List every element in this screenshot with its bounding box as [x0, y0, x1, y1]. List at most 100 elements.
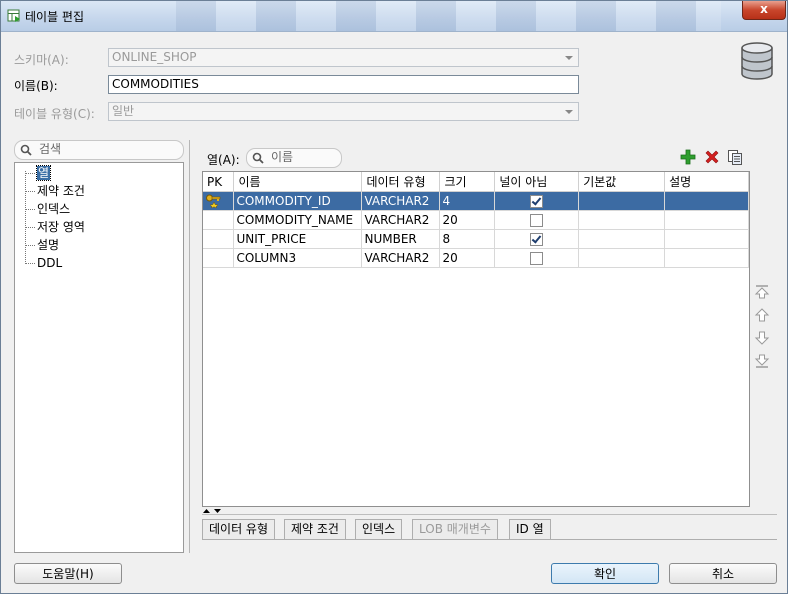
title-bar: 테이블 편집 x [1, 1, 787, 32]
chevron-down-icon[interactable] [565, 110, 573, 114]
delete-x-icon[interactable] [704, 149, 720, 165]
col-header-comment[interactable]: 설명 [664, 172, 749, 192]
table-type-value: 일반 [112, 104, 135, 118]
size-cell[interactable]: 4 [439, 191, 496, 211]
close-icon[interactable]: x [760, 2, 768, 16]
tree-item-columns[interactable]: 열 [25, 165, 52, 182]
default-cell[interactable] [578, 248, 666, 268]
plus-icon[interactable] [680, 149, 696, 165]
col-header-name[interactable]: 이름 [233, 172, 363, 192]
not-null-checkbox[interactable] [530, 252, 544, 265]
col-header-data-type[interactable]: 데이터 유형 [361, 172, 441, 192]
tab-indexes[interactable]: 인덱스 [355, 519, 403, 539]
size-cell[interactable]: 20 [439, 210, 496, 230]
not-null-cell[interactable] [494, 191, 580, 211]
type-cell[interactable]: VARCHAR2 [361, 191, 441, 211]
tree-item-indexes[interactable]: 인덱스 [25, 201, 70, 218]
move-up-icon[interactable] [754, 307, 770, 323]
database-icon [741, 42, 773, 80]
ok-button[interactable]: 확인 [551, 563, 659, 584]
column-search-placeholder: 이름 [271, 150, 294, 164]
not-null-cell[interactable] [494, 229, 580, 249]
pk-cell[interactable] [203, 248, 235, 268]
column-search-input[interactable]: 이름 [246, 148, 342, 168]
cancel-button[interactable]: 취소 [669, 563, 777, 584]
table-type-label: 테이블 유형(C): [14, 107, 95, 121]
window-title: 테이블 편집 [25, 10, 85, 24]
name-cell[interactable]: UNIT_PRICE [233, 229, 363, 249]
tree-item-constraints[interactable]: 제약 조건 [25, 183, 85, 200]
table-row[interactable]: COMMODITY_NAME VARCHAR2 20 [203, 210, 749, 230]
tab-data-type[interactable]: 데이터 유형 [202, 519, 276, 539]
table-type-select[interactable]: 일반 [108, 102, 579, 121]
columns-panel: 열(A): 이름 PK 이름 데이터 유형 크기 널이 아님 기본값 설명 CO… [201, 145, 778, 545]
move-down-icon[interactable] [754, 330, 770, 346]
not-null-checkbox[interactable] [530, 214, 544, 227]
close-button[interactable]: x [742, 1, 786, 20]
default-cell[interactable] [578, 191, 666, 211]
help-button[interactable]: 도움말(H) [14, 563, 122, 584]
primary-key-icon [206, 194, 221, 209]
table-row[interactable]: COMMODITY_ID VARCHAR2 4 [203, 191, 749, 211]
section-tree: 열 제약 조건 인덱스 저장 영역 설명 DDL [14, 162, 184, 553]
table-row[interactable]: COLUMN3 VARCHAR2 20 [203, 248, 749, 268]
pk-cell[interactable] [203, 210, 235, 230]
name-label: 이름(B): [14, 79, 58, 93]
tab-constraints[interactable]: 제약 조건 [284, 519, 346, 539]
chevron-down-icon[interactable] [565, 56, 573, 60]
size-cell[interactable]: 20 [439, 248, 496, 268]
type-cell[interactable]: NUMBER [361, 229, 441, 249]
schema-value: ONLINE_SHOP [112, 50, 197, 64]
default-cell[interactable] [578, 210, 666, 230]
table-name-value: COMMODITIES [112, 77, 199, 91]
not-null-checkbox[interactable] [530, 195, 544, 208]
tabs-baseline [202, 539, 777, 540]
type-cell[interactable]: VARCHAR2 [361, 210, 441, 230]
tree-item-storage[interactable]: 저장 영역 [25, 219, 85, 236]
name-cell[interactable]: COMMODITY_NAME [233, 210, 363, 230]
columns-grid: PK 이름 데이터 유형 크기 널이 아님 기본값 설명 COMMODITY_I… [202, 171, 750, 507]
grid-header-row: PK 이름 데이터 유형 크기 널이 아님 기본값 설명 [203, 172, 749, 192]
type-cell[interactable]: VARCHAR2 [361, 248, 441, 268]
schema-select[interactable]: ONLINE_SHOP [108, 48, 579, 67]
comment-cell[interactable] [664, 191, 749, 211]
not-null-cell[interactable] [494, 210, 580, 230]
default-cell[interactable] [578, 229, 666, 249]
col-header-not-null[interactable]: 널이 아님 [494, 172, 580, 192]
col-header-default[interactable]: 기본값 [578, 172, 666, 192]
tree-item-ddl[interactable]: DDL [25, 255, 62, 272]
tree-item-comment[interactable]: 설명 [25, 237, 59, 254]
table-name-input[interactable]: COMMODITIES [108, 75, 579, 94]
search-icon [20, 144, 32, 156]
schema-label: 스키마(A): [14, 53, 69, 67]
splitter[interactable] [202, 508, 777, 515]
col-header-pk[interactable]: PK [203, 172, 235, 192]
table-row[interactable]: UNIT_PRICE NUMBER 8 [203, 229, 749, 249]
tab-lob-parameters[interactable]: LOB 매개변수 [412, 519, 498, 539]
name-cell[interactable]: COMMODITY_ID [233, 191, 363, 211]
background-window-blur [176, 1, 721, 31]
comment-cell[interactable] [664, 210, 749, 230]
not-null-cell[interactable] [494, 248, 580, 268]
comment-cell[interactable] [664, 248, 749, 268]
move-top-icon[interactable] [754, 284, 770, 300]
tab-identity-column[interactable]: ID 열 [509, 519, 551, 539]
pk-cell[interactable] [203, 191, 235, 211]
not-null-checkbox[interactable] [530, 233, 544, 246]
name-cell[interactable]: COLUMN3 [233, 248, 363, 268]
panel-divider[interactable] [189, 140, 190, 553]
size-cell[interactable]: 8 [439, 229, 496, 249]
table-edit-icon [7, 9, 20, 22]
tree-search-placeholder: 검색 [39, 142, 62, 156]
col-header-size[interactable]: 크기 [439, 172, 496, 192]
tree-search-input[interactable]: 검색 [14, 140, 184, 160]
columns-label: 열(A): [207, 153, 240, 167]
splitter-arrows-icon[interactable] [202, 508, 224, 514]
comment-cell[interactable] [664, 229, 749, 249]
search-icon [252, 152, 264, 164]
copy-icon[interactable] [727, 149, 743, 165]
left-panel: 검색 열 제약 조건 인덱스 저장 영역 설명 DDL [14, 140, 184, 553]
move-bottom-icon[interactable] [754, 353, 770, 369]
edit-table-dialog: 테이블 편집 x 스키마(A): ONLINE_SHOP 이름(B): COMM… [0, 0, 788, 594]
pk-cell[interactable] [203, 229, 235, 249]
